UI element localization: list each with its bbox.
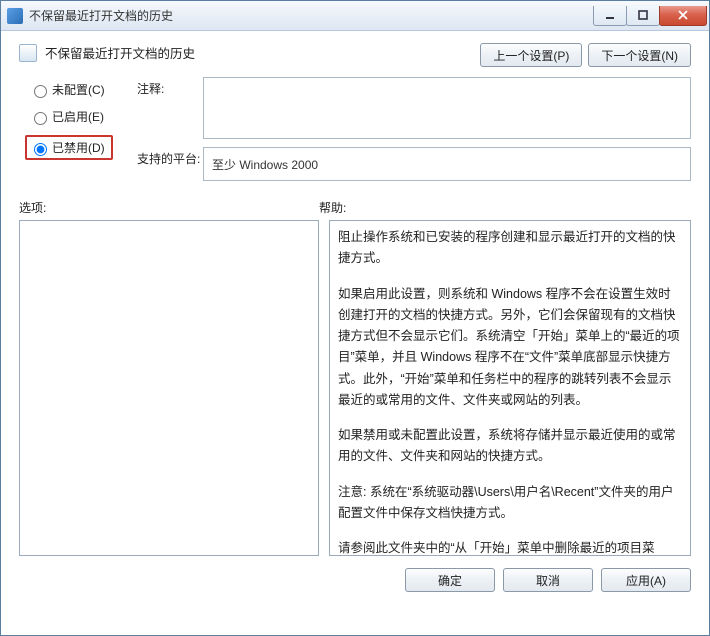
pane-labels: 选项: 帮助: xyxy=(1,189,709,220)
radio-enabled-input[interactable] xyxy=(34,112,47,125)
header: 不保留最近打开文档的历史 上一个设置(P) 下一个设置(N) xyxy=(1,31,709,75)
radio-disabled-label: 已禁用(D) xyxy=(52,139,105,156)
radio-not-configured[interactable]: 未配置(C) xyxy=(29,81,137,98)
policy-icon xyxy=(19,44,37,62)
maximize-button[interactable] xyxy=(626,6,660,26)
state-radios: 未配置(C) 已启用(E) 已禁用(D) xyxy=(29,77,137,189)
panes: 阻止操作系统和已安装的程序创建和显示最近打开的文档的快捷方式。如果启用此设置，则… xyxy=(1,220,709,556)
next-setting-button[interactable]: 下一个设置(N) xyxy=(588,43,691,67)
radio-enabled[interactable]: 已启用(E) xyxy=(29,108,137,125)
footer-buttons: 确定 取消 应用(A) xyxy=(1,556,709,592)
help-paragraph: 阻止操作系统和已安装的程序创建和显示最近打开的文档的快捷方式。 xyxy=(338,227,682,270)
radio-disabled-input[interactable] xyxy=(34,143,47,156)
window-controls xyxy=(593,6,709,26)
comment-label: 注释: xyxy=(137,77,203,139)
config-section: 未配置(C) 已启用(E) 已禁用(D) 注释: 支持的平台: 至少 Windo… xyxy=(1,75,709,189)
fields-column: 注释: 支持的平台: 至少 Windows 2000 xyxy=(137,77,691,189)
app-icon xyxy=(7,8,23,24)
help-paragraph: 注意: 系统在“系统驱动器\Users\用户名\Recent”文件夹的用户配置文… xyxy=(338,482,682,525)
help-paragraph: 如果禁用或未配置此设置，系统将存储并显示最近使用的或常用的文件、文件夹和网站的快… xyxy=(338,425,682,468)
titlebar: 不保留最近打开文档的历史 xyxy=(1,1,709,31)
help-pane[interactable]: 阻止操作系统和已安装的程序创建和显示最近打开的文档的快捷方式。如果启用此设置，则… xyxy=(329,220,691,556)
page-title: 不保留最近打开文档的历史 xyxy=(45,43,195,62)
platform-label: 支持的平台: xyxy=(137,147,203,181)
radio-disabled[interactable]: 已禁用(D) xyxy=(25,135,113,160)
options-label: 选项: xyxy=(19,199,319,216)
radio-enabled-label: 已启用(E) xyxy=(52,108,104,125)
help-paragraph: 如果启用此设置，则系统和 Windows 程序不会在设置生效时创建打开的文档的快… xyxy=(338,284,682,412)
cancel-button[interactable]: 取消 xyxy=(503,568,593,592)
help-paragraph: 请参阅此文件夹中的“从「开始」菜单中删除最近的项目菜单”策略和“退出时清除最近打… xyxy=(338,538,682,556)
radio-not-configured-input[interactable] xyxy=(34,85,47,98)
options-pane[interactable] xyxy=(19,220,319,556)
radio-not-configured-label: 未配置(C) xyxy=(52,81,105,98)
ok-button[interactable]: 确定 xyxy=(405,568,495,592)
prev-setting-button[interactable]: 上一个设置(P) xyxy=(480,43,582,67)
platform-value: 至少 Windows 2000 xyxy=(203,147,691,181)
window-title: 不保留最近打开文档的历史 xyxy=(29,7,173,24)
comment-input[interactable] xyxy=(203,77,691,139)
apply-button[interactable]: 应用(A) xyxy=(601,568,691,592)
help-label: 帮助: xyxy=(319,199,346,216)
minimize-button[interactable] xyxy=(593,6,627,26)
close-button[interactable] xyxy=(659,6,707,26)
